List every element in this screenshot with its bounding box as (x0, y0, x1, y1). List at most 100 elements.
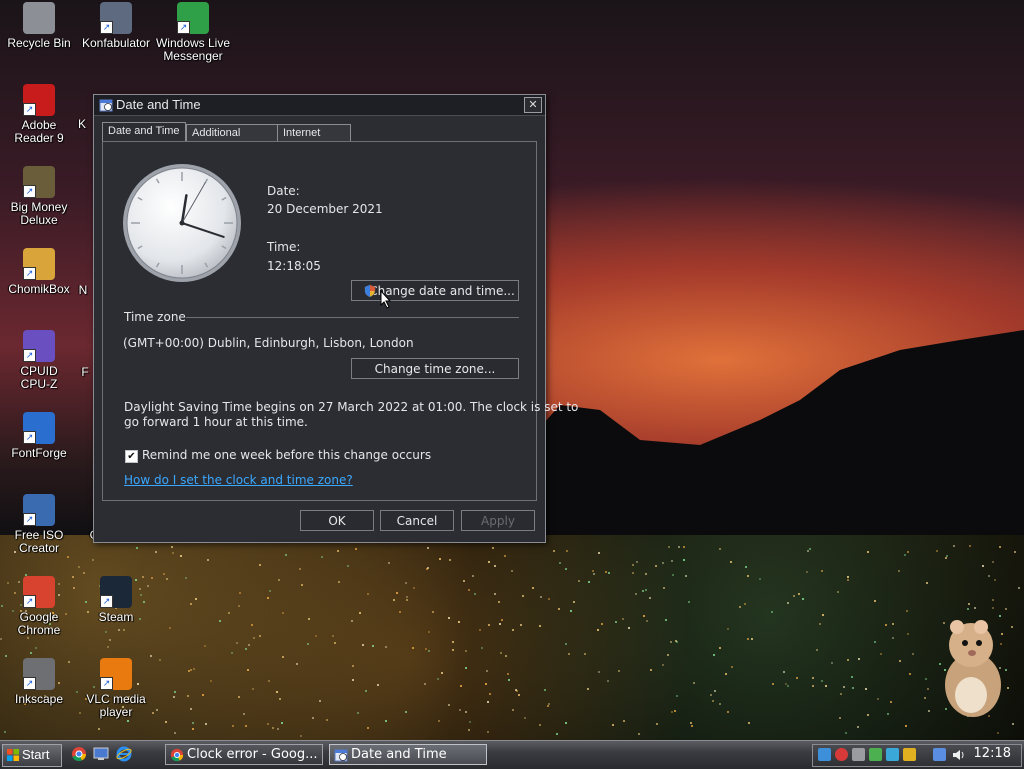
shortcut-arrow-icon: ↗ (23, 185, 36, 198)
city-light (298, 568, 301, 571)
task-chrome[interactable]: Clock error - Goog... (165, 744, 323, 765)
shortcut-arrow-icon: ↗ (23, 431, 36, 444)
city-light (1005, 608, 1008, 611)
city-light (458, 709, 461, 712)
security-alert-icon[interactable] (835, 748, 848, 761)
change-date-time-button[interactable]: Change date and time... (351, 280, 519, 301)
city-light (295, 662, 298, 665)
desktop-icon[interactable]: Recycle Bin (1, 2, 77, 50)
city-light (665, 619, 668, 622)
city-light (710, 693, 713, 696)
city-light (5, 654, 8, 657)
desktop-icon-label: player (99, 705, 133, 719)
city-light (670, 559, 673, 562)
desktop-icon-label: Reader 9 (14, 131, 64, 145)
city-light (277, 579, 280, 582)
desktop-icon[interactable]: ↗ ChomikBox (1, 248, 77, 296)
city-light (285, 553, 288, 556)
city-light (691, 724, 694, 727)
desktop-icon[interactable]: ↗ Adobe Reader 9 (1, 84, 77, 145)
desktop-icon[interactable]: ↗ Inkscape (1, 658, 77, 706)
volume-icon[interactable] (952, 748, 966, 762)
apply-button[interactable]: Apply (461, 510, 535, 531)
desktop-icon[interactable]: ↗ FontForge (1, 412, 77, 460)
city-light (190, 669, 193, 672)
shortcut-arrow-icon: ↗ (100, 677, 113, 690)
city-light (468, 721, 471, 724)
city-light (204, 645, 207, 648)
city-light (547, 705, 550, 708)
city-light (192, 728, 195, 731)
windows-flag-icon (7, 749, 19, 761)
cancel-button[interactable]: Cancel (380, 510, 454, 531)
city-light (426, 547, 429, 550)
city-light (331, 634, 334, 637)
desktop-icon[interactable]: ↗ Konfabulator (78, 2, 154, 50)
remind-checkbox[interactable]: ✔ (125, 450, 138, 463)
close-button[interactable]: ✕ (524, 97, 542, 113)
update-tray-icon[interactable] (886, 748, 899, 761)
city-light (952, 545, 955, 548)
shield-tray-icon[interactable] (869, 748, 882, 761)
tab-additional-clocks[interactable]: Additional Clocks (186, 124, 278, 156)
city-light (876, 698, 879, 701)
network-status-icon[interactable] (818, 748, 831, 761)
city-light (851, 686, 854, 689)
city-light (968, 545, 971, 548)
city-light (516, 689, 519, 692)
desktop-icon[interactable]: ↗ CPUID CPU-Z (1, 330, 77, 391)
city-light (109, 639, 112, 642)
city-light (682, 559, 685, 562)
task-date-and-time[interactable]: Date and Time (329, 744, 487, 765)
city-light (607, 572, 610, 575)
settings-tray-icon[interactable] (852, 748, 865, 761)
help-link[interactable]: How do I set the clock and time zone? (124, 473, 353, 487)
chrome-quicklaunch-icon[interactable] (71, 746, 87, 762)
change-timezone-button[interactable]: Change time zone... (351, 358, 519, 379)
city-light (399, 611, 402, 614)
big-money-icon: ↗ (23, 166, 55, 198)
dialog-titlebar[interactable]: Date and Time ✕ (94, 95, 545, 116)
power-tray-icon[interactable] (903, 748, 916, 761)
desktop-icon[interactable]: ↗ Google Chrome (1, 576, 77, 637)
city-light (511, 708, 514, 711)
city-light (83, 572, 86, 575)
city-light (1013, 550, 1016, 553)
desktop-icon-label: FontForge (11, 446, 67, 460)
city-light (974, 606, 977, 609)
city-light (281, 721, 284, 724)
city-light (865, 687, 868, 690)
city-light (627, 626, 630, 629)
city-light (891, 622, 894, 625)
desktop-icon[interactable]: ↗ VLC media player (78, 658, 154, 719)
show-desktop-icon[interactable] (93, 746, 109, 762)
internet-explorer-icon[interactable] (116, 746, 132, 762)
city-light (205, 723, 208, 726)
city-light (427, 649, 430, 652)
city-light (670, 711, 673, 714)
city-light (238, 695, 241, 698)
desktop-icon[interactable]: ↗ Steam (78, 576, 154, 624)
city-light (311, 717, 314, 720)
city-light (487, 623, 490, 626)
tab-date-and-time[interactable]: Date and Time (102, 122, 186, 143)
desktop-icon[interactable]: ↗ Big Money Deluxe (1, 166, 77, 227)
ok-button[interactable]: OK (300, 510, 374, 531)
city-light (172, 552, 175, 555)
city-light (346, 564, 349, 567)
taskbar-clock[interactable]: 12:18 (974, 746, 1011, 761)
city-light (0, 637, 3, 640)
tab-internet-time[interactable]: Internet Time (277, 124, 351, 156)
vlc-icon: ↗ (100, 658, 132, 690)
city-light (507, 672, 510, 675)
desktop-icon[interactable]: ↗ Free ISO Creator (1, 494, 77, 555)
city-light (945, 554, 948, 557)
city-light (811, 676, 814, 679)
city-light (907, 550, 910, 553)
city-light (836, 591, 839, 594)
city-light (326, 719, 329, 721)
start-button[interactable]: Start (2, 744, 62, 767)
city-light (258, 635, 261, 638)
network-connection-icon[interactable] (933, 748, 946, 761)
desktop-icon[interactable]: ↗ Windows Live Messenger (155, 2, 231, 63)
